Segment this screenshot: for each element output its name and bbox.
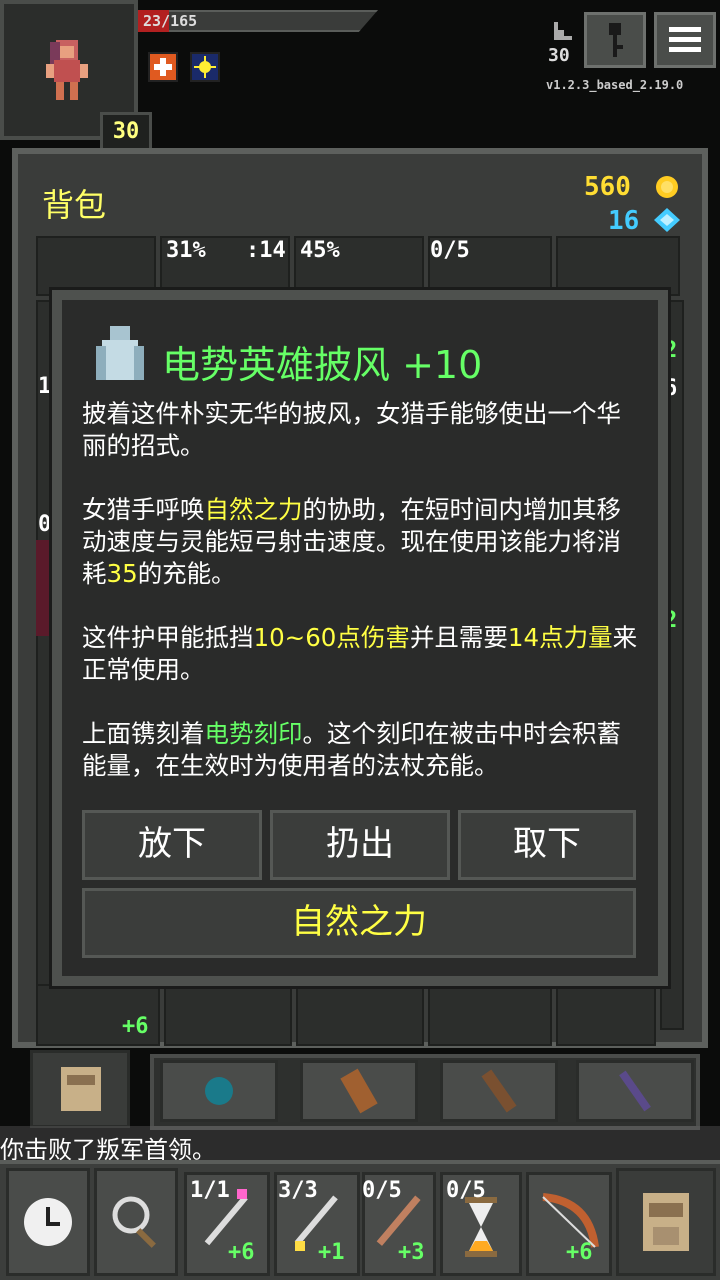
quickslot-1-upgrade: +6	[228, 1240, 255, 1265]
energy-amount: 16	[608, 206, 640, 236]
equip-label-1: 31%	[166, 238, 206, 263]
quickslot-5-upgrade: +6	[566, 1240, 593, 1265]
backpack-icon	[643, 1193, 689, 1251]
journal-key-button[interactable]	[584, 12, 646, 68]
desc-para-1: 披着这件朴实无华的披风，女猎手能够使出一个华丽的招式。	[82, 399, 621, 460]
depth-stairs-icon	[554, 22, 572, 40]
bag-tab-wands[interactable]	[576, 1060, 694, 1122]
seed-pouch-icon	[205, 1077, 233, 1105]
desc-para-3: 这件护甲能抵挡10~60点伤害并且需要14点力量来正常使用。	[82, 623, 638, 684]
quickslot-3-upgrade: +3	[398, 1240, 425, 1265]
energy-crystal-icon	[654, 208, 680, 232]
bag-tab-seeds[interactable]	[160, 1060, 278, 1122]
huntress-portrait-icon	[46, 40, 88, 100]
clock-icon	[24, 1198, 72, 1246]
quickslot-4-count: 0/5	[446, 1178, 486, 1203]
equip-label-2: :14	[246, 238, 286, 263]
quickslot-3-count: 0/5	[362, 1178, 402, 1203]
quickslot-2-upgrade: +1	[318, 1240, 345, 1265]
menu-icon	[669, 27, 701, 52]
buff-sun-icon[interactable]	[190, 52, 220, 82]
equip-slot-weapon[interactable]	[36, 236, 156, 296]
drop-button[interactable]: 放下	[82, 810, 262, 880]
gold-amount: 560	[584, 172, 631, 202]
version-text: v1.2.3_based_2.19.0	[546, 78, 684, 92]
hero-level-badge: 30	[100, 112, 152, 152]
bag-tab-scrolls[interactable]	[300, 1060, 418, 1122]
cloak-icon	[96, 326, 144, 380]
buff-cross-icon[interactable]	[148, 52, 178, 82]
magnifier-icon	[112, 1196, 156, 1248]
inventory-button[interactable]	[616, 1168, 716, 1276]
inventory-slot-4[interactable]	[428, 984, 552, 1046]
inventory-slot-upgrade: +6	[122, 1014, 149, 1039]
inventory-slot-2[interactable]	[164, 984, 292, 1046]
ability-nature-power-button[interactable]: 自然之力	[82, 888, 636, 958]
equip-label-4: 0/5	[430, 238, 470, 263]
ability-name-highlight: 自然之力	[204, 495, 303, 524]
quickslot-1-count: 1/1	[190, 1178, 230, 1203]
side-label-left-2: 0	[38, 512, 52, 537]
depth-number: 30	[548, 45, 570, 66]
strength-req-highlight: 14点力量	[507, 623, 613, 652]
gold-coin-icon	[656, 176, 678, 198]
bag-tab-potions[interactable]	[440, 1060, 558, 1122]
bag-tab-backpack[interactable]	[30, 1050, 130, 1128]
menu-button[interactable]	[654, 12, 716, 68]
search-button[interactable]	[94, 1168, 178, 1276]
glyph-name-highlight: 电势刻印	[204, 719, 303, 748]
desc-para-4: 上面镌刻着电势刻印。这个刻印在被击中时会积蓄能量，在生效时为使用者的法杖充能。	[82, 719, 621, 780]
armor-range-highlight: 10~60点伤害	[253, 623, 410, 652]
backpack-title: 背包	[42, 186, 107, 224]
hp-text: 23/165	[143, 12, 198, 30]
equip-label-3: 45%	[300, 238, 340, 263]
throw-button[interactable]: 扔出	[270, 810, 450, 880]
wait-button[interactable]	[6, 1168, 90, 1276]
inventory-slot-5[interactable]	[556, 984, 656, 1046]
inventory-slot-3[interactable]	[296, 984, 424, 1046]
charge-cost-highlight: 35	[106, 559, 138, 588]
scroll-holder-icon	[340, 1068, 378, 1114]
quickslot-2-count: 3/3	[278, 1178, 318, 1203]
item-description: 披着这件朴实无华的披风，女猎手能够使出一个华丽的招式。 女猎手呼唤自然之力的协助…	[82, 398, 642, 814]
equip-slot-ring[interactable]	[556, 236, 680, 296]
desc-para-2: 女猎手呼唤自然之力的协助，在短时间内增加其移动速度与灵能短弓射击速度。现在使用该…	[82, 495, 621, 588]
wand-holster-icon	[619, 1070, 651, 1112]
item-title: 电势英雄披风 +10	[162, 343, 483, 387]
potion-bandolier-icon	[481, 1069, 517, 1113]
unequip-button[interactable]: 取下	[458, 810, 636, 880]
key-icon	[609, 23, 623, 57]
backpack-icon	[61, 1067, 101, 1111]
